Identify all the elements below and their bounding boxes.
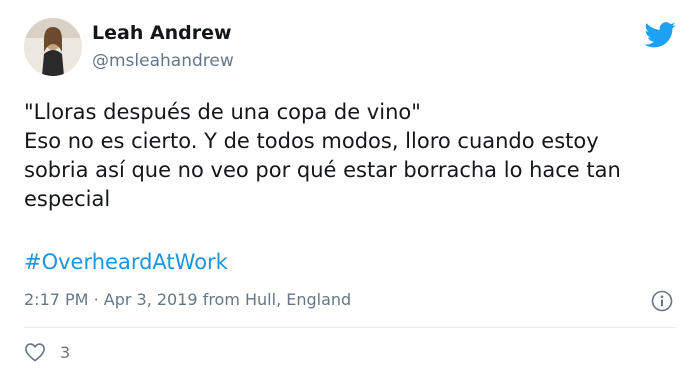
hashtag-link[interactable]: #OverheardAtWork (24, 250, 228, 274)
tweet-location: from Hull, England (202, 290, 352, 309)
tweet-text-line: especial (24, 187, 111, 211)
display-name[interactable]: Leah Andrew (92, 22, 232, 44)
like-count: 3 (60, 342, 71, 362)
like-button[interactable]: 3 (24, 342, 70, 362)
divider (24, 327, 676, 328)
tweet-time[interactable]: 2:17 PM (24, 290, 88, 309)
avatar[interactable] (24, 18, 82, 76)
user-handle[interactable]: @msleahandrew (92, 51, 234, 71)
twitter-bird-icon[interactable] (644, 22, 676, 48)
tweet-text-line: Eso no es cierto. Y de todos modos, llor… (24, 129, 599, 153)
tweet-text: "Lloras después de una copa de vino" Eso… (24, 98, 684, 214)
tweet-card: Leah Andrew @msleahandrew "Lloras despué… (0, 0, 700, 381)
tweet-text-line: sobria así que no veo por qué estar borr… (24, 158, 621, 182)
tweet-text-line: "Lloras después de una copa de vino" (24, 100, 421, 124)
tweet-date[interactable]: Apr 3, 2019 (104, 290, 198, 309)
heart-icon (25, 343, 45, 362)
meta-separator: · (93, 290, 99, 309)
info-icon[interactable] (651, 290, 673, 312)
tweet-metadata: 2:17 PM · Apr 3, 2019 from Hull, England (24, 290, 351, 309)
